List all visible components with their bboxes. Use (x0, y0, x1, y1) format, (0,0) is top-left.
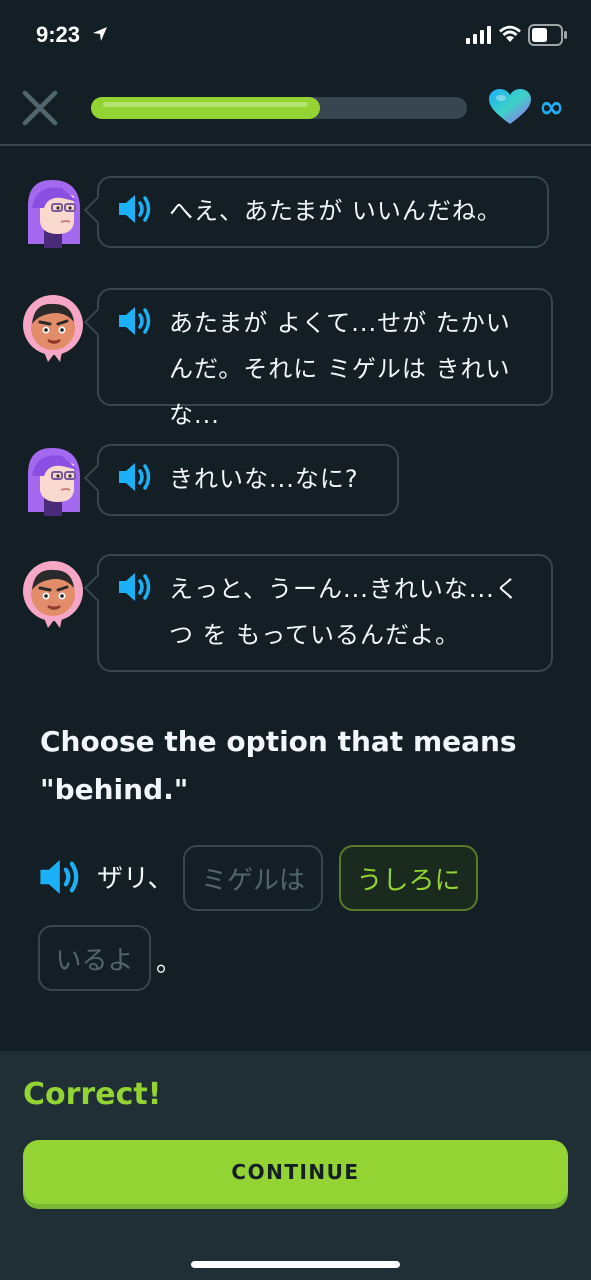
wifi-icon (499, 25, 521, 42)
continue-button[interactable]: CONTINUE (23, 1140, 568, 1204)
chat-message: あたまが よくて...せが たかいんだ。それに ミゲルは きれいな... (0, 288, 591, 429)
progress-bar (91, 97, 467, 119)
pink-hood-character-avatar (23, 561, 83, 628)
heart-icon[interactable] (488, 88, 532, 126)
location-arrow-icon (93, 27, 107, 41)
lesson-header: ∞ (0, 70, 591, 146)
feedback-footer: Correct! CONTINUE (0, 1051, 591, 1280)
status-bar: 9:23 (0, 0, 591, 70)
answer-sentence: ザリ、 ミゲルは うしろに いるよ 。 (0, 842, 591, 1002)
answer-suffix: 。 (156, 948, 183, 978)
speech-bubble: きれいな...なに? (97, 444, 399, 516)
chat-message: えっと、うーん...きれいな...くつ を もっているんだよ。 (0, 554, 591, 674)
option-chip-selected[interactable]: うしろに (339, 845, 478, 911)
speaker-icon[interactable] (117, 304, 155, 338)
signal-icon (466, 26, 491, 44)
option-chip[interactable]: ミゲルは (183, 845, 323, 911)
pink-hood-character-avatar (23, 295, 83, 362)
correct-label: Correct! (23, 1077, 162, 1112)
battery-icon (528, 24, 567, 46)
speaker-icon[interactable] (38, 856, 84, 898)
speaker-icon[interactable] (117, 460, 155, 494)
speech-bubble: へえ、あたまが いいんだね。 (97, 176, 549, 248)
progress-shine (103, 102, 308, 107)
status-time: 9:23 (36, 22, 81, 47)
chat-message: きれいな...なに? (0, 444, 591, 520)
speech-bubble: あたまが よくて...せが たかいんだ。それに ミゲルは きれいな... (97, 288, 553, 429)
answer-prefix: ザリ、 (97, 864, 174, 894)
speaker-icon[interactable] (117, 192, 155, 226)
home-indicator[interactable] (191, 1261, 400, 1268)
speaker-icon[interactable] (117, 570, 155, 604)
purple-hair-character-avatar (28, 448, 80, 516)
infinite-hearts-label: ∞ (539, 90, 564, 125)
bubble-text: えっと、うーん...きれいな...くつ を もっているんだよ。 (169, 575, 520, 649)
close-icon[interactable] (22, 90, 58, 126)
question-prompt: Choose the option that means "behind." (40, 725, 517, 806)
speech-bubble: えっと、うーん...きれいな...くつ を もっているんだよ。 (97, 554, 553, 672)
purple-hair-character-avatar (28, 180, 80, 248)
bubble-text: へえ、あたまが いいんだね。 (169, 197, 502, 225)
progress-fill (91, 97, 320, 119)
option-chip[interactable]: いるよ (38, 925, 151, 991)
bubble-text: あたまが よくて...せが たかいんだ。それに ミゲルは きれいな... (169, 309, 511, 429)
chat-message: へえ、あたまが いいんだね。 (0, 176, 591, 252)
bubble-text: きれいな...なに? (169, 465, 359, 493)
